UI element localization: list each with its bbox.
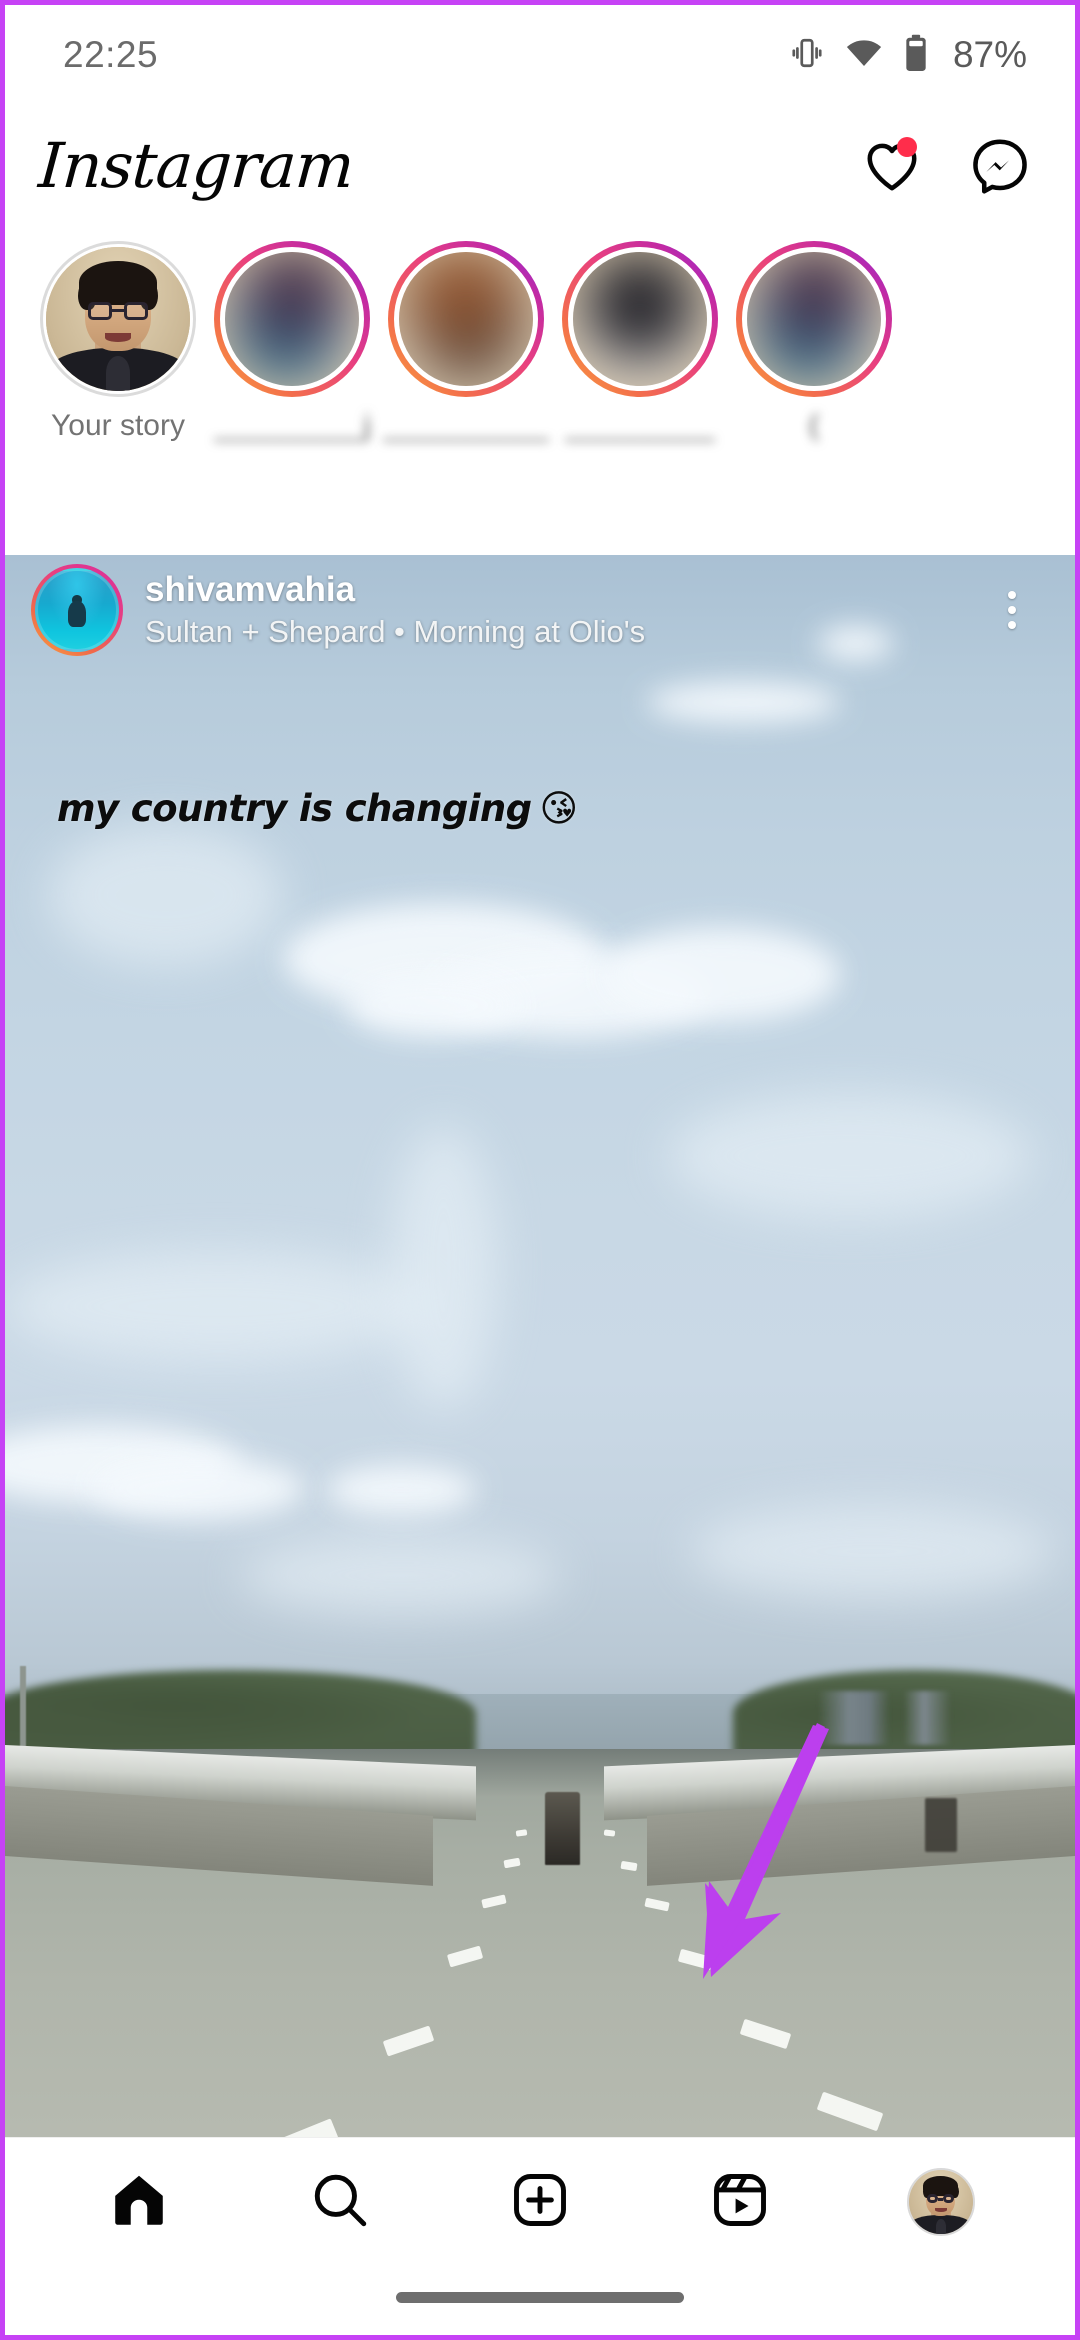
nav-profile[interactable] (893, 2154, 989, 2250)
story-item-3[interactable]: _________ (553, 227, 727, 443)
battery-percent-label: 87% (952, 34, 1027, 75)
avatar (220, 247, 364, 391)
nav-reels[interactable] (692, 2154, 788, 2250)
post-avatar-ring[interactable] (31, 564, 123, 656)
story-item-4[interactable]: ( (727, 227, 901, 443)
post-meta: shivamvahia Sultan + Shepard • Morning a… (145, 570, 983, 649)
story-ring-none (40, 241, 196, 397)
vibrate-icon (789, 35, 825, 76)
post-audio-label[interactable]: Sultan + Shepard • Morning at Olio's (145, 613, 983, 650)
wifi-icon (845, 38, 883, 73)
avatar (742, 247, 886, 391)
home-icon (108, 2169, 170, 2236)
story-label: __________ (382, 409, 550, 442)
notification-badge (897, 137, 917, 157)
avatar (46, 247, 190, 391)
truck-opposite-lane (925, 1798, 958, 1853)
lane-dash (603, 1829, 616, 1837)
search-icon (309, 2169, 371, 2236)
story-item-your-story[interactable]: Your story (31, 227, 205, 443)
post-caption-overlay: my country is changing 😘 (57, 787, 579, 830)
instagram-logo[interactable]: Instagram (36, 129, 355, 202)
status-bar: 22:25 87% (5, 5, 1075, 105)
messenger-icon[interactable] (967, 133, 1033, 199)
avatar (906, 2168, 975, 2236)
avatar (568, 247, 712, 391)
blurred-avatar (225, 252, 359, 386)
story-ring-gradient (562, 241, 718, 397)
bottom-nav-items (5, 2138, 1075, 2266)
story-ring-gradient (214, 241, 370, 397)
feed-post[interactable]: shivamvahia Sultan + Shepard • Morning a… (5, 555, 1075, 2137)
nav-home[interactable] (91, 2154, 187, 2250)
truck-ahead (545, 1792, 580, 1865)
plus-square-icon (509, 2169, 571, 2236)
blurred-avatar (399, 252, 533, 386)
nav-create[interactable] (492, 2154, 588, 2250)
bottom-navigation-bar (5, 2137, 1075, 2335)
post-username[interactable]: shivamvahia (145, 570, 983, 610)
story-label: _________ (564, 409, 716, 442)
kissing-face-emoji: 😘 (539, 787, 579, 830)
treeline-left (5, 1670, 476, 1758)
stories-tray[interactable]: Your story _________j __________ _______… (5, 227, 1075, 555)
distant-buildings (818, 1690, 990, 1745)
header-actions (859, 133, 1033, 199)
blurred-avatar (747, 252, 881, 386)
story-ring-gradient (736, 241, 892, 397)
avatar (35, 568, 119, 652)
app-header: Instagram (5, 105, 1075, 227)
status-bar-icons: 87% (789, 34, 1027, 77)
blurred-avatar (573, 252, 707, 386)
nav-search[interactable] (292, 2154, 388, 2250)
home-indicator[interactable] (396, 2292, 684, 2303)
post-caption-text: my country is changing (57, 787, 532, 830)
self-portrait (908, 2170, 973, 2234)
post-header: shivamvahia Sultan + Shepard • Morning a… (5, 555, 1075, 665)
post-more-options-icon[interactable] (983, 581, 1041, 639)
story-ring-gradient (388, 241, 544, 397)
story-label: _________j (213, 409, 371, 442)
status-bar-clock: 22:25 (63, 34, 159, 75)
battery-icon (903, 34, 929, 77)
self-portrait (46, 247, 190, 391)
phone-screen: 22:25 87% Instagram Your story _________… (0, 0, 1080, 2340)
story-item-1[interactable]: _________j (205, 227, 379, 443)
story-label: ( (809, 409, 819, 442)
activity-heart-icon[interactable] (859, 133, 925, 199)
reels-icon (709, 2169, 771, 2236)
story-label: Your story (51, 409, 185, 442)
avatar (394, 247, 538, 391)
story-item-2[interactable]: __________ (379, 227, 553, 443)
